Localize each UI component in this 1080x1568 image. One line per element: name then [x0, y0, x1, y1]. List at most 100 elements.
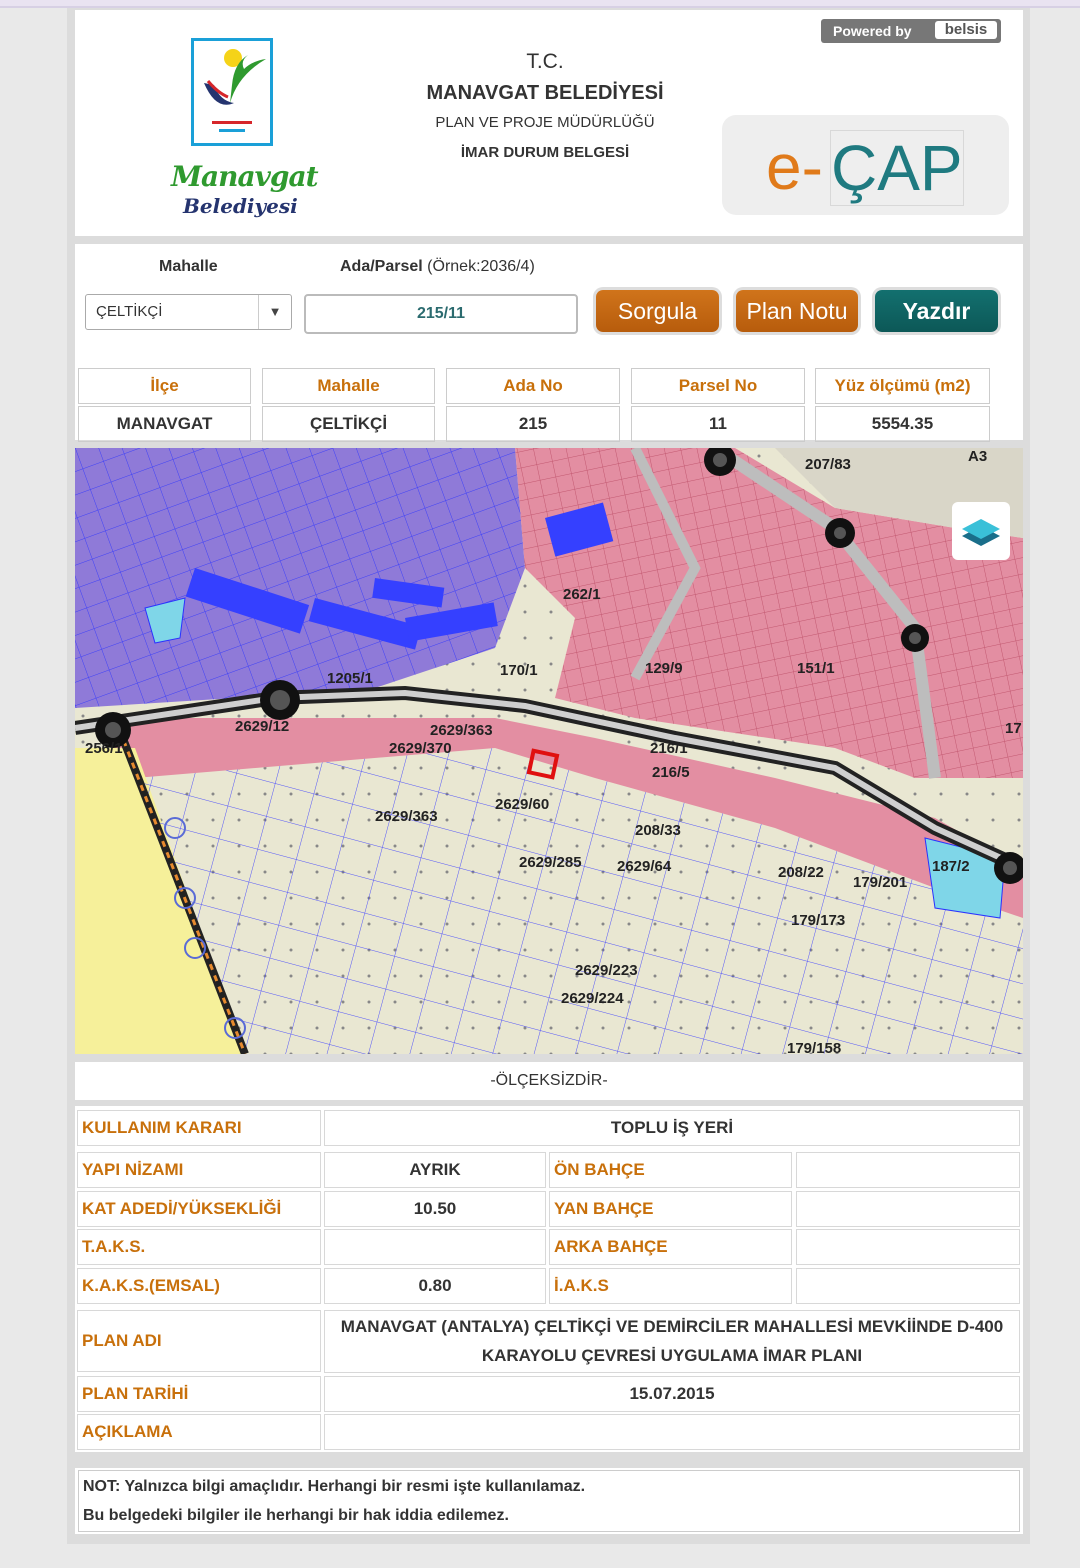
label-kullanim-karari: KULLANIM KARARI — [77, 1110, 321, 1146]
scale-note: -ÖLÇEKSİZDİR- — [75, 1062, 1023, 1100]
map-label: 2629/363 — [430, 722, 493, 739]
map-label: 2629/370 — [389, 740, 452, 757]
value-on-bahce — [796, 1152, 1020, 1188]
map-label: 170/1 — [500, 662, 538, 679]
map-label: 2629/223 — [575, 962, 638, 979]
zoning-map-drawing — [75, 448, 1023, 1054]
label-taks: T.A.K.S. — [77, 1229, 321, 1265]
header-parsel-no: Parsel No — [631, 368, 805, 404]
map-label: 2629/12 — [235, 718, 290, 735]
value-mahalle: ÇELTİKÇİ — [262, 406, 435, 442]
map-label: 207/83 — [805, 456, 851, 473]
disclaimer-line-2: Bu belgedeki bilgiler ile herhangi bir h… — [83, 1507, 509, 1524]
logo-text-belediyesi: Belediyesi — [183, 194, 298, 218]
value-aciklama — [324, 1414, 1020, 1450]
value-plan-adi-line2: KARAYOLU ÇEVRESİ UYGULAMA İMAR PLANI — [481, 1346, 863, 1365]
header-department: PLAN VE PROJE MÜDÜRLÜĞÜ — [435, 114, 655, 131]
sorgula-button[interactable]: Sorgula — [596, 290, 719, 332]
mahalle-select[interactable]: ÇELTİKÇİ ▼ — [85, 294, 292, 330]
map-label: 262/1 — [563, 586, 601, 603]
disclaimer-line-1: NOT: Yalnızca bilgi amaçlıdır. Herhangi … — [83, 1478, 586, 1495]
disclaimer-box: NOT: Yalnızca bilgi amaçlıdır. Herhangi … — [78, 1470, 1020, 1532]
label-kaks: K.A.K.S.(EMSAL) — [77, 1268, 321, 1304]
zoning-info-table: KULLANIM KARARI TOPLU İŞ YERİ YAPI NİZAM… — [75, 1106, 1023, 1452]
chevron-down-icon[interactable]: ▼ — [258, 295, 291, 329]
map-label: 216/1 — [650, 740, 688, 757]
mahalle-select-value: ÇELTİKÇİ — [96, 303, 163, 320]
map-label: 208/22 — [778, 864, 824, 881]
map-label: A3 — [968, 448, 988, 465]
municipality-logo — [191, 38, 273, 146]
map-label: 187/2 — [932, 858, 970, 875]
map-label: 1205/1 — [327, 670, 373, 687]
header-tc: T.C. — [526, 50, 564, 73]
value-yuz-olcumu: 5554.35 — [815, 406, 990, 442]
value-iaks — [796, 1268, 1020, 1304]
document-header: Manavgat Belediyesi T.C. MANAVGAT BELEDİ… — [75, 10, 1023, 236]
map-label: 179/173 — [791, 912, 846, 929]
map-label: 2629/64 — [617, 858, 672, 875]
map-label: 256/1 — [85, 740, 123, 757]
powered-by-badge[interactable]: Powered by belsis — [821, 19, 1001, 43]
map-label: 129/9 — [645, 660, 683, 677]
mahalle-label: Mahalle — [159, 258, 218, 275]
map-label: 179/201 — [853, 874, 908, 891]
value-yapi-nizami: AYRIK — [324, 1152, 546, 1188]
ecap-logo: e- ÇAP — [722, 115, 1009, 215]
map-label: 216/5 — [652, 764, 690, 781]
label-iaks: İ.A.K.S — [549, 1268, 792, 1304]
ecap-logo-cap: ÇAP — [830, 130, 964, 206]
header-mahalle: Mahalle — [262, 368, 435, 404]
header-municipality: MANAVGAT BELEDİYESİ — [426, 82, 664, 104]
logo-bird-icon — [204, 55, 266, 105]
map-label: 2629/60 — [495, 796, 550, 813]
query-panel: Mahalle Ada/Parsel (Örnek:2036/4) ÇELTİK… — [75, 244, 1023, 442]
label-aciklama: AÇIKLAMA — [77, 1414, 321, 1450]
value-plan-adi-line1: MANAVGAT (ANTALYA) ÇELTİKÇİ VE DEMİRCİLE… — [340, 1317, 1004, 1336]
logo-blue-bar — [219, 129, 245, 132]
ada-parsel-label: Ada/Parsel — [340, 258, 423, 275]
plan-notu-button[interactable]: Plan Notu — [736, 290, 858, 332]
header-document-title: İMAR DURUM BELGESİ — [460, 144, 630, 161]
layers-icon — [962, 519, 1000, 546]
ada-parsel-input[interactable]: 215/11 — [304, 294, 578, 334]
value-kaks: 0.80 — [324, 1268, 546, 1304]
ada-parsel-hint: (Örnek:2036/4) — [427, 258, 535, 275]
value-parsel-no: 11 — [631, 406, 805, 442]
header-ilce: İlçe — [78, 368, 251, 404]
value-yan-bahce — [796, 1191, 1020, 1227]
label-plan-adi: PLAN ADI — [77, 1310, 321, 1372]
label-yan-bahce: YAN BAHÇE — [549, 1191, 792, 1227]
yazdir-button[interactable]: Yazdır — [875, 290, 998, 332]
value-kat-adedi: 10.50 — [324, 1191, 546, 1227]
header-yuz-olcumu: Yüz ölçümü (m2) — [815, 368, 990, 404]
layers-button[interactable] — [952, 502, 1010, 560]
label-kat-adedi: KAT ADEDİ/YÜKSEKLİĞİ — [77, 1191, 321, 1227]
value-arka-bahce — [796, 1229, 1020, 1265]
disclaimer-note: NOT: Yalnızca bilgi amaçlıdır. Herhangi … — [75, 1468, 1023, 1534]
map-label: 17 — [1005, 720, 1022, 737]
belsis-brand: belsis — [935, 21, 997, 39]
value-ada-no: 215 — [446, 406, 620, 442]
ecap-logo-e: e- — [766, 131, 823, 203]
label-yapi-nizami: YAPI NİZAMI — [77, 1152, 321, 1188]
zoning-map[interactable]: 207/83 A3 262/1 170/1 129/9 151/1 1205/1… — [75, 448, 1023, 1054]
value-plan-tarihi: 15.07.2015 — [324, 1376, 1020, 1412]
map-label: 2629/224 — [561, 990, 624, 1007]
label-plan-tarihi: PLAN TARİHİ — [77, 1376, 321, 1412]
map-label: 151/1 — [797, 660, 835, 677]
header-ada-no: Ada No — [446, 368, 620, 404]
logo-text-manavgat: Manavgat — [171, 160, 319, 193]
label-on-bahce: ÖN BAHÇE — [549, 1152, 792, 1188]
ada-parsel-label-group: Ada/Parsel (Örnek:2036/4) — [340, 258, 535, 276]
value-ilce: MANAVGAT — [78, 406, 251, 442]
value-plan-adi: MANAVGAT (ANTALYA) ÇELTİKÇİ VE DEMİRCİLE… — [324, 1310, 1020, 1373]
logo-red-bar — [212, 121, 252, 124]
map-label: 2629/285 — [519, 854, 582, 871]
map-label: 179/158 — [787, 1040, 842, 1054]
browser-top-line — [0, 0, 1080, 8]
value-taks — [324, 1229, 546, 1265]
value-kullanim-karari: TOPLU İŞ YERİ — [324, 1110, 1020, 1146]
map-label: 2629/363 — [375, 808, 438, 825]
map-label: 208/33 — [635, 822, 681, 839]
